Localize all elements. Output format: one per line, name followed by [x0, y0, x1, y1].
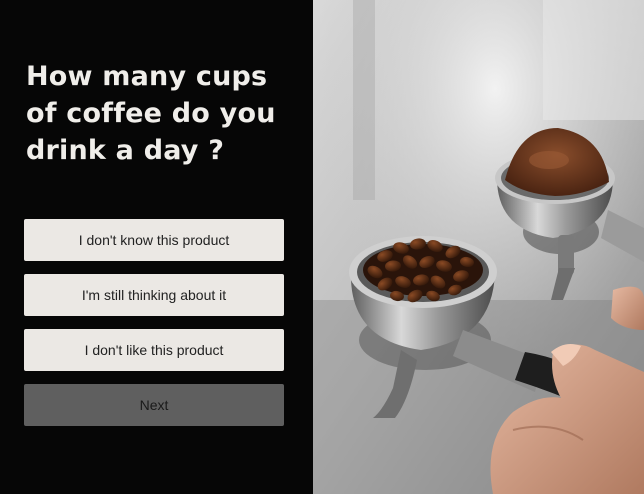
- option-dont-know-button[interactable]: I don't know this product: [24, 219, 284, 261]
- question-panel: How many cups of coffee do you drink a d…: [0, 0, 313, 494]
- survey-page: How many cups of coffee do you drink a d…: [0, 0, 644, 494]
- coffee-portafilter-illustration: [313, 0, 644, 494]
- next-button[interactable]: Next: [24, 384, 284, 426]
- option-dont-like-button[interactable]: I don't like this product: [24, 329, 284, 371]
- coffee-photo: [313, 0, 644, 494]
- question-title: How many cups of coffee do you drink a d…: [26, 61, 276, 166]
- option-still-thinking-button[interactable]: I'm still thinking about it: [24, 274, 284, 316]
